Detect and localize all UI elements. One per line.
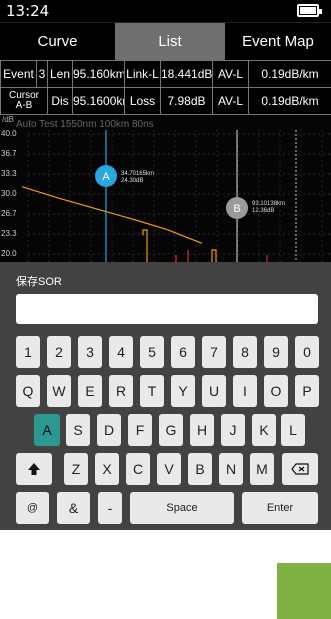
- event-spike: [142, 229, 148, 262]
- loss-value: 7.98dB: [160, 87, 213, 115]
- avg-loss-value: 0.19dB/km: [248, 60, 331, 88]
- key-0[interactable]: 0: [295, 336, 319, 368]
- chart-unit: /dB: [2, 115, 15, 124]
- avg-loss-value-2: 0.19dB/km: [248, 87, 331, 115]
- cursor-a-distance: 34.70165km: [121, 171, 154, 177]
- shift-arrow-icon: [28, 463, 40, 475]
- key-x[interactable]: X: [95, 453, 119, 485]
- key-m[interactable]: M: [250, 453, 274, 485]
- loss-label: Loss: [124, 87, 161, 115]
- key-5[interactable]: 5: [140, 336, 164, 368]
- key-q[interactable]: Q: [16, 375, 40, 407]
- key-ampersand[interactable]: &: [57, 492, 90, 524]
- key-c[interactable]: C: [126, 453, 150, 485]
- tab-bar: Curve List Event Map: [0, 22, 331, 61]
- key-h[interactable]: H: [190, 414, 214, 446]
- cursor-label-line2: A-B: [15, 100, 33, 111]
- info-table: Event 3 Len 95.160km Link-L 18.441dB AV-…: [0, 60, 331, 115]
- key-d[interactable]: D: [97, 414, 121, 446]
- key-o[interactable]: O: [264, 375, 288, 407]
- event-spike: [211, 249, 217, 262]
- dis-value: 95.1600km: [72, 87, 125, 115]
- keyboard-title: 保存SOR: [16, 276, 62, 288]
- key-n[interactable]: N: [219, 453, 243, 485]
- key-4[interactable]: 4: [109, 336, 133, 368]
- status-time: 13:24: [6, 2, 50, 20]
- ytick-label: 26.7: [1, 209, 17, 218]
- key-l[interactable]: L: [281, 414, 305, 446]
- len-label: Len: [47, 60, 73, 88]
- ytick-label: 23.3: [1, 229, 17, 238]
- link-loss-label: Link-L: [124, 60, 161, 88]
- tab-curve[interactable]: Curve: [0, 23, 115, 61]
- backspace-icon: [291, 463, 309, 475]
- key-e[interactable]: E: [78, 375, 102, 407]
- link-loss-value: 18.441dB: [160, 60, 213, 88]
- cursor-a-label: A: [102, 171, 110, 183]
- cursor-b-level: 12.36dB: [252, 208, 274, 214]
- key-9[interactable]: 9: [264, 336, 288, 368]
- keyboard-panel: 保存SOR 1 2 3 4 5 6 7 8 9 0 Q W E R T Y U …: [0, 262, 331, 530]
- key-u[interactable]: U: [202, 375, 226, 407]
- space-key[interactable]: Space: [130, 492, 234, 524]
- key-f[interactable]: F: [128, 414, 152, 446]
- cursor-a-level: 24.30dB: [121, 178, 143, 184]
- backspace-key[interactable]: [282, 453, 318, 485]
- ytick-label: 33.3: [1, 169, 17, 178]
- key-b[interactable]: B: [188, 453, 212, 485]
- avg-loss-label: AV-L: [212, 60, 249, 88]
- chart-svg: A 34.70165km24.30dB B 93.10138km12.36dB: [21, 130, 331, 262]
- otdr-curve-chart[interactable]: A 34.70165km 24.30dB B 93.10138km 12.36dB /dB…: [0, 115, 331, 262]
- key-z[interactable]: Z: [64, 453, 88, 485]
- cursor-b-distance: 93.10138km: [252, 201, 285, 207]
- len-value: 95.160km: [72, 60, 125, 88]
- key-6[interactable]: 6: [171, 336, 195, 368]
- key-dash[interactable]: -: [98, 492, 122, 524]
- event-label: Event: [0, 60, 37, 88]
- event-value: 3: [36, 60, 48, 88]
- chart-desc: Auto Test 1550nm 100km 80ns: [16, 119, 154, 130]
- ytick-label: 30.0: [1, 189, 17, 198]
- key-at[interactable]: @: [16, 492, 49, 524]
- key-r[interactable]: R: [109, 375, 133, 407]
- battery-full-icon: [297, 4, 322, 17]
- key-w[interactable]: W: [47, 375, 71, 407]
- tab-event-map[interactable]: Event Map: [225, 23, 331, 61]
- filename-input[interactable]: [16, 294, 318, 324]
- key-s[interactable]: S: [66, 414, 90, 446]
- key-8[interactable]: 8: [233, 336, 257, 368]
- key-v[interactable]: V: [157, 453, 181, 485]
- key-2[interactable]: 2: [47, 336, 71, 368]
- tab-list[interactable]: List: [115, 23, 225, 61]
- cursor-label: Cursor A-B: [0, 87, 48, 115]
- key-3[interactable]: 3: [78, 336, 102, 368]
- key-k[interactable]: K: [252, 414, 276, 446]
- shift-key[interactable]: [16, 453, 52, 485]
- key-g[interactable]: G: [159, 414, 183, 446]
- ytick-label: 40.0: [1, 129, 17, 138]
- cursor-b-label: B: [233, 203, 240, 215]
- ytick-label: 20.0: [1, 249, 17, 258]
- ytick-label: 36.7: [1, 149, 17, 158]
- key-7[interactable]: 7: [202, 336, 226, 368]
- key-p[interactable]: P: [295, 375, 319, 407]
- key-1[interactable]: 1: [16, 336, 40, 368]
- key-i[interactable]: I: [233, 375, 257, 407]
- enter-key[interactable]: Enter: [242, 492, 318, 524]
- key-y[interactable]: Y: [171, 375, 195, 407]
- key-j[interactable]: J: [221, 414, 245, 446]
- status-bar: 13:24: [0, 0, 331, 22]
- green-tile: [277, 563, 331, 619]
- key-t[interactable]: T: [140, 375, 164, 407]
- key-a[interactable]: A: [34, 414, 60, 446]
- avg-loss-label-2: AV-L: [212, 87, 249, 115]
- dis-label: Dis: [47, 87, 73, 115]
